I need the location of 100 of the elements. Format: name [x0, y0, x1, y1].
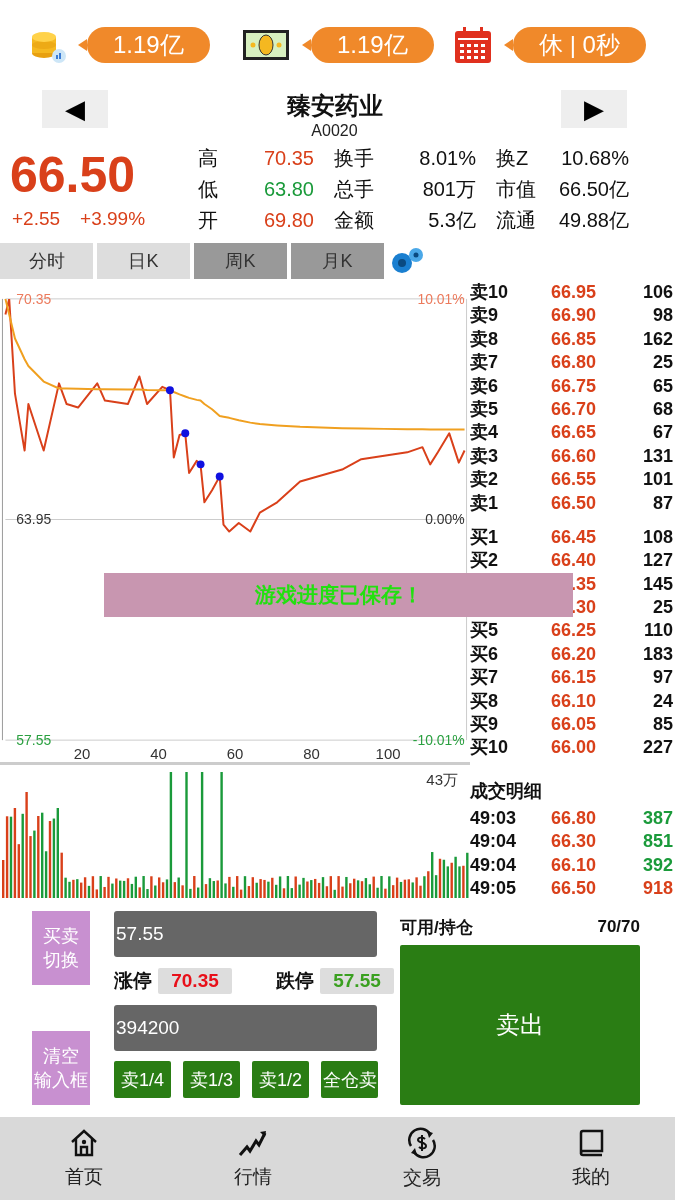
stat-value: 49.88亿 — [557, 208, 629, 233]
bid-label: 买2 — [470, 549, 499, 573]
price-input[interactable]: 57.55 — [114, 911, 377, 957]
stat-value: 70.35 — [262, 146, 314, 171]
ask-volume: 131 — [641, 444, 673, 468]
limit-down-value: 57.55 — [320, 968, 394, 994]
pointer-icon — [302, 39, 311, 51]
current-price: 66.50 — [10, 146, 137, 204]
bid-price: 66.25 — [549, 619, 596, 643]
bid-volume: 108 — [641, 525, 673, 549]
trade-volume: 387 — [641, 806, 673, 830]
trade-price: 66.80 — [549, 806, 596, 830]
ask-label: 卖6 — [470, 374, 499, 398]
stat-label: 总手 — [333, 177, 374, 202]
bid-price: 66.10 — [549, 689, 596, 713]
bid-price: 66.20 — [549, 642, 596, 666]
bid-volume: 183 — [641, 642, 673, 666]
ask-price: 66.90 — [549, 304, 596, 328]
stat-label: 低 — [198, 177, 219, 202]
trade-price: 66.10 — [549, 853, 596, 877]
volume-max-label: 43万 — [426, 771, 458, 788]
banknote-icon — [242, 27, 290, 63]
stat-label: 市值 — [495, 177, 536, 202]
axis-label: 60 — [226, 746, 244, 762]
axis-label: 100 — [375, 746, 401, 762]
stat-label: 高 — [198, 146, 219, 171]
ask-label: 卖4 — [470, 421, 499, 445]
ask-label: 卖7 — [470, 351, 499, 375]
position-value: 70/70 — [597, 917, 640, 937]
ask-volume: 98 — [651, 304, 673, 328]
bid-label: 买6 — [470, 642, 499, 666]
ask-volume: 87 — [651, 491, 673, 515]
change-percent: +3.99% — [80, 208, 146, 230]
quantity-input[interactable]: 394200 — [114, 1005, 377, 1051]
trade-volume: 851 — [641, 830, 673, 854]
previous-button[interactable]: ◀ — [42, 90, 108, 128]
trade-volume: 392 — [641, 853, 673, 877]
ask-volume: 67 — [651, 421, 673, 445]
ask-price: 66.85 — [549, 327, 596, 351]
nav-item[interactable]: 行情 — [234, 1163, 273, 1190]
chart-tab[interactable]: 分时 — [0, 243, 93, 279]
chart-tab[interactable]: 日K — [97, 243, 190, 279]
quick-sell-button[interactable]: 卖1/3 — [183, 1061, 240, 1098]
ask-price: 66.70 — [549, 397, 596, 421]
ask-volume: 68 — [651, 397, 673, 421]
position-label: 可用/持仓 — [400, 916, 473, 939]
ask-price: 66.65 — [549, 421, 596, 445]
stat-value: 66.50亿 — [557, 177, 629, 202]
ask-volume: 106 — [641, 281, 673, 304]
trade-volume: 918 — [641, 877, 673, 900]
ask-label: 卖9 — [470, 304, 499, 328]
ask-volume: 162 — [641, 327, 673, 351]
pointer-icon — [504, 39, 513, 51]
ask-label: 卖3 — [470, 444, 499, 468]
toast-message: 游戏进度已保存！ — [104, 573, 573, 617]
bid-volume: 145 — [641, 572, 673, 596]
trade-time: 49:04 — [470, 853, 518, 877]
stat-label: 开 — [198, 208, 219, 233]
bid-volume: 227 — [641, 736, 673, 760]
axis-label: -10.01% — [412, 732, 465, 749]
quick-sell-button[interactable]: 全仓卖 — [321, 1061, 378, 1098]
ask-price: 66.75 — [549, 374, 596, 398]
nav-item[interactable]: 我的 — [571, 1163, 610, 1190]
nav-item[interactable]: 首页 — [65, 1163, 104, 1190]
stat-value: 69.80 — [262, 208, 314, 233]
ask-price: 66.50 — [549, 491, 596, 515]
ask-price: 66.55 — [549, 468, 596, 492]
bid-label: 买7 — [470, 666, 499, 690]
bid-price: 66.40 — [549, 549, 596, 573]
ask-price: 66.80 — [549, 351, 596, 375]
axis-label: 57.55 — [16, 732, 52, 749]
bid-label: 买1 — [470, 525, 499, 549]
dollar-exchange-icon — [405, 1126, 438, 1159]
bid-volume: 110 — [642, 619, 673, 643]
next-button[interactable]: ▶ — [561, 90, 627, 128]
ask-label: 卖10 — [470, 281, 510, 304]
axis-label: 70.35 — [16, 290, 52, 307]
sell-button[interactable]: 卖出 — [400, 945, 640, 1105]
bid-price: 66.15 — [549, 666, 596, 690]
bid-label: 买10 — [470, 736, 510, 760]
price-change: +2.55 — [12, 208, 61, 230]
limit-up-label: 涨停 — [114, 969, 152, 993]
quick-sell-button[interactable]: 卖1/2 — [252, 1061, 309, 1098]
axis-label: 40 — [150, 746, 167, 762]
axis-label: 20 — [73, 746, 91, 762]
stat-value: 10.68% — [560, 146, 629, 171]
nav-item[interactable]: 交易 — [402, 1164, 441, 1191]
bid-label: 买9 — [470, 713, 499, 737]
stat-label: 流通 — [495, 208, 536, 233]
stat-label: 金额 — [333, 208, 374, 233]
quick-sell-button[interactable]: 卖1/4 — [114, 1061, 171, 1098]
trade-time: 49:04 — [470, 830, 518, 854]
bid-price: 66.00 — [549, 736, 596, 760]
bid-volume: 97 — [651, 666, 673, 690]
trades-title: 成交明细 — [470, 779, 543, 803]
ask-label: 卖5 — [470, 397, 499, 421]
bid-label: 买8 — [470, 689, 499, 713]
stock-code: A0020 — [311, 122, 358, 140]
ask-label: 卖1 — [470, 491, 499, 515]
stat-label: 换Z — [495, 146, 530, 171]
